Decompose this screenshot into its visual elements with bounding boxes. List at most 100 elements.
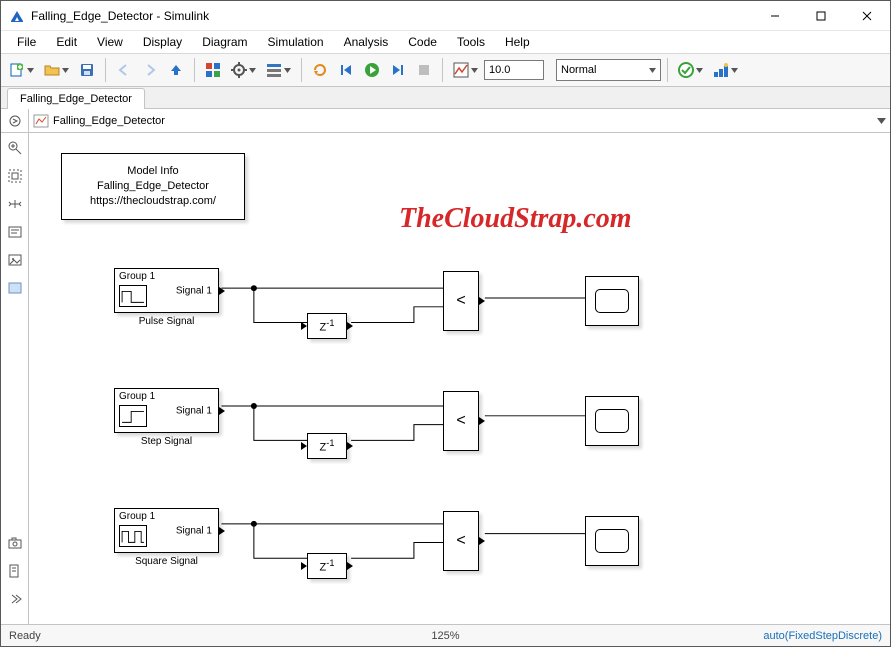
relational-operator-block-1[interactable]: < [443, 271, 479, 331]
unit-delay-block-2[interactable]: Z-1 [307, 433, 347, 459]
scope-screen-icon [595, 289, 629, 313]
open-button[interactable] [40, 58, 73, 82]
model-info-block[interactable]: Model Info Falling_Edge_Detector https:/… [61, 153, 245, 220]
canvas[interactable]: Model Info Falling_Edge_Detector https:/… [29, 133, 890, 624]
report-icon[interactable] [6, 562, 24, 580]
forward-button[interactable] [138, 58, 162, 82]
unit-delay-block-3[interactable]: Z-1 [307, 553, 347, 579]
dropdown-icon [284, 68, 291, 73]
stop-time-input[interactable] [484, 60, 544, 80]
operator-label: < [456, 532, 465, 550]
port-label: Signal 1 [176, 405, 212, 416]
model-config-button[interactable] [227, 58, 260, 82]
dropdown-icon [62, 68, 69, 73]
fast-restart-button[interactable] [308, 58, 332, 82]
new-model-button[interactable] [5, 58, 38, 82]
block-name-step: Step Signal [114, 436, 219, 447]
zoom-in-icon[interactable] [6, 139, 24, 157]
signal-builder-step[interactable]: Group 1 Signal 1 [114, 388, 219, 433]
watermark-text: TheCloudStrap.com [399, 203, 632, 235]
menu-tools[interactable]: Tools [447, 33, 495, 51]
menu-display[interactable]: Display [133, 33, 192, 51]
build-button[interactable] [709, 58, 742, 82]
signal-preview-icon [119, 405, 147, 427]
close-button[interactable] [844, 1, 890, 31]
port-label: Signal 1 [176, 525, 212, 536]
save-button[interactable] [75, 58, 99, 82]
dropdown-icon [249, 68, 256, 73]
simulink-window: Falling_Edge_Detector - Simulink File Ed… [0, 0, 891, 647]
up-button[interactable] [164, 58, 188, 82]
separator [194, 58, 195, 82]
delay-label: Z-1 [320, 438, 335, 454]
back-button[interactable] [112, 58, 136, 82]
data-inspector-button[interactable] [449, 58, 482, 82]
menu-help[interactable]: Help [495, 33, 540, 51]
status-solver[interactable]: auto(FixedStepDiscrete) [763, 630, 882, 642]
port-arrow-icon [219, 407, 225, 415]
maximize-button[interactable] [798, 1, 844, 31]
info-line3: https://thecloudstrap.com/ [90, 194, 216, 209]
dropdown-icon [471, 68, 478, 73]
sim-mode-select[interactable]: Normal [556, 59, 661, 81]
menu-view[interactable]: View [87, 33, 133, 51]
separator [442, 58, 443, 82]
library-browser-button[interactable] [201, 58, 225, 82]
update-diagram-button[interactable] [674, 58, 707, 82]
separator [301, 58, 302, 82]
left-palette [1, 133, 29, 624]
tab-label: Falling_Edge_Detector [20, 93, 132, 105]
group-label: Group 1 [119, 271, 155, 282]
menu-simulation[interactable]: Simulation [258, 33, 334, 51]
step-forward-button[interactable] [386, 58, 410, 82]
relational-operator-block-3[interactable]: < [443, 511, 479, 571]
menu-code[interactable]: Code [398, 33, 447, 51]
step-back-button[interactable] [334, 58, 358, 82]
port-arrow-icon [219, 287, 225, 295]
dropdown-icon [731, 68, 738, 73]
status-bar: Ready 125% auto(FixedStepDiscrete) [1, 624, 890, 646]
relational-operator-block-2[interactable]: < [443, 391, 479, 451]
port-arrow-icon [479, 537, 485, 545]
port-arrow-icon [347, 442, 353, 450]
scope-block-1[interactable] [585, 276, 639, 326]
scope-block-3[interactable] [585, 516, 639, 566]
toggle-perspective-icon[interactable] [6, 195, 24, 213]
fit-to-view-icon[interactable] [6, 167, 24, 185]
minimize-button[interactable] [752, 1, 798, 31]
signal-preview-icon [119, 285, 147, 307]
expand-palette-icon[interactable] [6, 590, 24, 608]
dropdown-icon [696, 68, 703, 73]
menu-diagram[interactable]: Diagram [192, 33, 257, 51]
port-arrow-icon [347, 562, 353, 570]
window-title: Falling_Edge_Detector - Simulink [31, 9, 752, 23]
scope-block-2[interactable] [585, 396, 639, 446]
stop-button[interactable] [412, 58, 436, 82]
scope-screen-icon [595, 529, 629, 553]
operator-label: < [456, 412, 465, 430]
unit-delay-block-1[interactable]: Z-1 [307, 313, 347, 339]
breadcrumb-dropdown[interactable] [872, 109, 890, 132]
model-browser-toggle[interactable] [1, 109, 29, 132]
signal-builder-square[interactable]: Group 1 Signal 1 [114, 508, 219, 553]
menu-edit[interactable]: Edit [46, 33, 87, 51]
port-arrow-icon [219, 527, 225, 535]
screenshot-icon[interactable] [6, 534, 24, 552]
image-icon[interactable] [6, 251, 24, 269]
model-explorer-button[interactable] [262, 58, 295, 82]
breadcrumb[interactable]: Falling_Edge_Detector [29, 109, 872, 132]
area-icon[interactable] [6, 279, 24, 297]
status-ready: Ready [9, 630, 41, 642]
info-line2: Falling_Edge_Detector [90, 179, 216, 194]
delay-label: Z-1 [320, 318, 335, 334]
status-zoom[interactable]: 125% [431, 630, 459, 642]
menu-file[interactable]: File [7, 33, 46, 51]
annotation-icon[interactable] [6, 223, 24, 241]
port-label: Signal 1 [176, 285, 212, 296]
menu-analysis[interactable]: Analysis [334, 33, 399, 51]
delay-label: Z-1 [320, 558, 335, 574]
run-button[interactable] [360, 58, 384, 82]
signal-builder-pulse[interactable]: Group 1 Signal 1 [114, 268, 219, 313]
tab-model[interactable]: Falling_Edge_Detector [7, 88, 145, 109]
toolbar: Normal [1, 53, 890, 87]
